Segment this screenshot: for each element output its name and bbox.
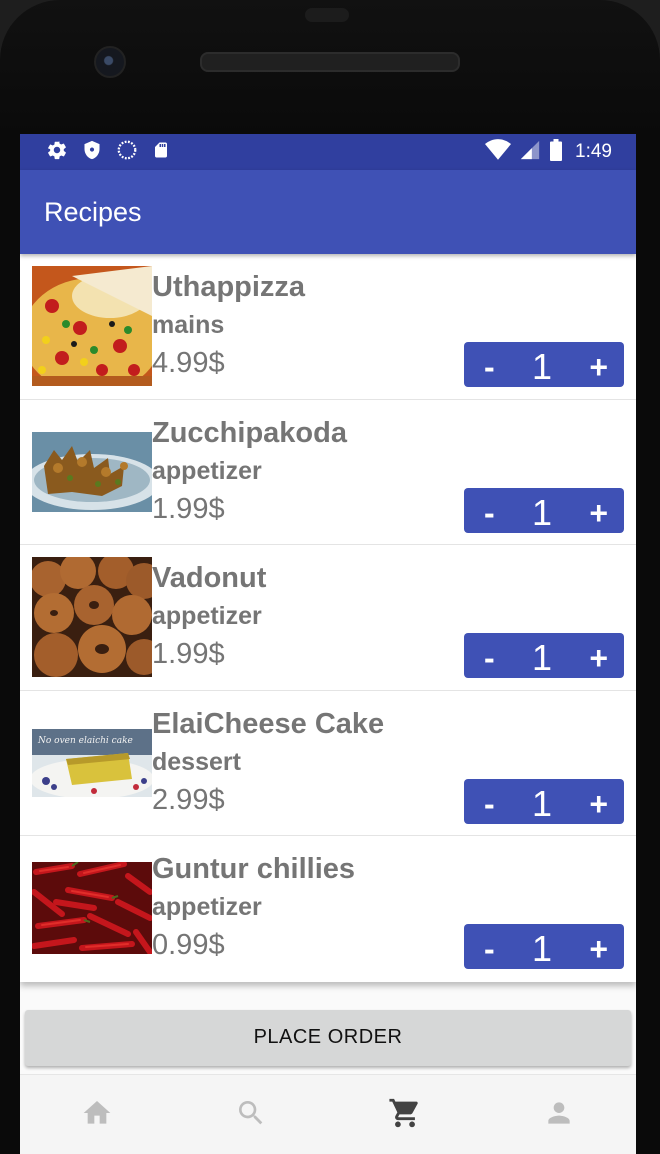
recipe-name: Uthappizza xyxy=(152,271,306,303)
status-bar: 1:49 xyxy=(20,134,636,170)
elaicheese-cake-image: No oven elaichi cake xyxy=(32,728,152,797)
quantity-value: 1 xyxy=(531,346,552,387)
recipe-price: 2.99$ xyxy=(152,783,225,816)
quantity-stepper: - 1 + xyxy=(464,776,624,827)
recipe-name: Vadonut xyxy=(152,562,267,594)
search-icon xyxy=(235,1097,267,1134)
cell-signal-icon xyxy=(519,139,541,166)
increment-button[interactable]: + xyxy=(589,921,608,972)
decrement-button[interactable]: - xyxy=(484,921,495,972)
cart-icon xyxy=(388,1096,422,1135)
nav-profile[interactable] xyxy=(519,1085,599,1145)
quantity-stepper: - 1 + xyxy=(464,342,624,387)
decrement-button[interactable]: - xyxy=(484,630,495,681)
recipe-row[interactable]: Guntur chillies appetizer 0.99$ - 1 + xyxy=(20,836,636,982)
recipe-price: 0.99$ xyxy=(152,929,225,961)
recipe-row[interactable]: Vadonut appetizer 1.99$ - 1 + xyxy=(20,545,636,691)
quantity-value: 1 xyxy=(531,491,552,533)
place-order-button[interactable]: PLACE ORDER xyxy=(25,1009,631,1066)
recipe-category: mains xyxy=(152,311,225,339)
recipe-list: Uthappizza mains 4.99$ - 1 + Zucchipakod… xyxy=(20,254,636,982)
increment-button[interactable]: + xyxy=(589,630,608,681)
recipe-price: 4.99$ xyxy=(152,347,225,379)
proximity-sensor xyxy=(305,8,349,22)
app-bar: Recipes xyxy=(20,170,636,254)
nav-home[interactable] xyxy=(57,1085,137,1145)
earpiece-speaker xyxy=(200,52,460,72)
increment-button[interactable]: + xyxy=(589,339,608,390)
status-time: 1:49 xyxy=(575,141,612,162)
nav-search[interactable] xyxy=(211,1085,291,1145)
decrement-button[interactable]: - xyxy=(484,339,495,390)
wifi-icon xyxy=(485,138,512,166)
quantity-stepper: - 1 + xyxy=(464,924,624,969)
increment-button[interactable]: + xyxy=(589,776,608,827)
nav-cart[interactable] xyxy=(365,1085,445,1145)
guntur-chillies-image xyxy=(32,862,152,954)
person-icon xyxy=(543,1097,575,1134)
quantity-stepper: - 1 + xyxy=(464,633,624,678)
bottom-navigation xyxy=(20,1074,636,1154)
decrement-button[interactable]: - xyxy=(484,776,495,827)
recipe-price: 1.99$ xyxy=(152,638,225,670)
home-icon xyxy=(81,1097,113,1134)
recipe-category: appetizer xyxy=(152,893,262,921)
recipe-name: Zucchipakoda xyxy=(152,416,347,449)
settings-gear-icon xyxy=(46,139,68,166)
sd-card-icon xyxy=(152,139,170,166)
recipe-row[interactable]: Zucchipakoda appetizer 1.99$ - 1 + xyxy=(20,400,636,545)
quantity-value: 1 xyxy=(531,637,552,678)
uthappizza-image xyxy=(32,266,152,386)
increment-button[interactable]: + xyxy=(589,485,608,536)
shield-icon xyxy=(82,139,102,166)
app-title: Recipes xyxy=(44,196,142,227)
quantity-value: 1 xyxy=(531,782,552,824)
recipe-name: ElaiCheese Cake xyxy=(152,707,385,740)
vadonut-image xyxy=(32,557,152,677)
screen: 1:49 Recipes Uthappizza mains 4.99$ - 1 … xyxy=(20,134,636,1154)
decrement-button[interactable]: - xyxy=(484,485,495,536)
recipe-category: appetizer xyxy=(152,602,262,630)
quantity-value: 1 xyxy=(531,928,552,969)
recipe-category: appetizer xyxy=(152,456,262,485)
quantity-stepper: - 1 + xyxy=(464,485,624,536)
recipe-row[interactable]: Uthappizza mains 4.99$ - 1 + xyxy=(20,254,636,400)
recipe-row[interactable]: No oven elaichi cake ElaiCheese Cake des… xyxy=(20,691,636,836)
cake-image-caption: No oven elaichi cake xyxy=(37,736,133,746)
recipe-category: dessert xyxy=(152,747,241,776)
front-camera xyxy=(94,46,126,78)
recipe-name: Guntur chillies xyxy=(152,853,356,885)
sync-circle-icon xyxy=(116,139,138,166)
battery-icon xyxy=(549,138,563,166)
recipe-price: 1.99$ xyxy=(152,492,225,525)
zucchipakoda-image xyxy=(32,431,152,512)
list-spacer xyxy=(20,981,636,1006)
